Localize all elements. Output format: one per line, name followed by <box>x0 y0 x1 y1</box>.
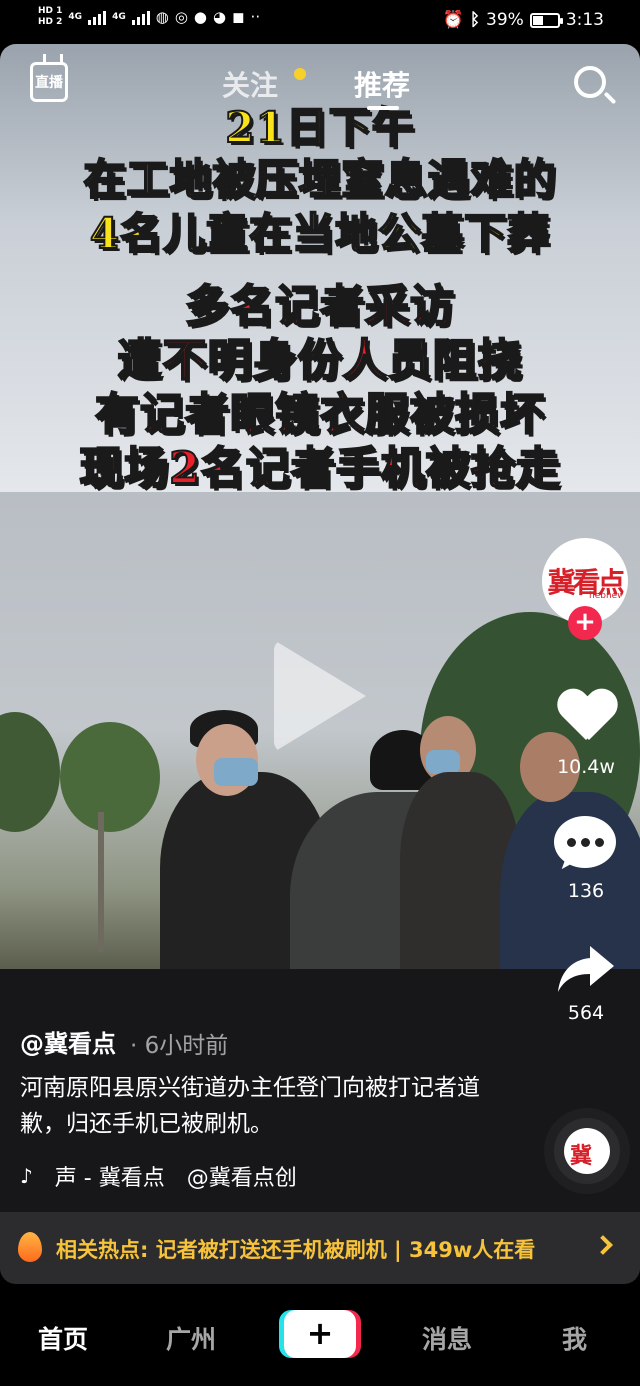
tree <box>0 712 60 832</box>
live-button[interactable]: 直播 <box>30 62 68 102</box>
music-disc[interactable]: 冀 <box>544 1108 630 1194</box>
fire-icon <box>18 1232 42 1262</box>
hot-topic-bar[interactable]: 相关热点: 记者被打送还手机被刷机 | 349w人在看 <box>0 1212 640 1284</box>
share-count: 564 <box>567 1002 605 1024</box>
status-left: HD 1 HD 2 4G 4G ◍ ◎ ● ◕ ◼ ·· <box>38 6 260 28</box>
bluetooth-icon: ᛒ <box>469 10 481 30</box>
wechat-icon: ◕ <box>213 8 227 26</box>
nav-me[interactable]: 我 <box>562 1320 587 1356</box>
battery-percent: 39% <box>486 10 524 30</box>
sim-1-label: HD 1 <box>38 6 63 16</box>
battery-icon <box>529 12 563 28</box>
music-row[interactable]: ♪ 声 - 冀看点 @冀看点创 <box>20 1160 340 1192</box>
alarm-icon: ⏰ <box>442 10 464 30</box>
video-banner: 21日下午 在工地被压埋窒息遇难的 4名儿童在当地公墓下葬 多名记者采访 遭不明… <box>0 44 640 495</box>
app-icon: ◍ <box>155 8 169 26</box>
play-icon[interactable] <box>274 640 366 752</box>
compass-icon: ◎ <box>174 8 188 26</box>
notification-icons: ◍ ◎ ● ◕ ◼ ·· <box>156 8 260 26</box>
tree <box>60 722 160 832</box>
network-type-label: 4G <box>68 12 83 22</box>
search-icon[interactable] <box>574 66 606 98</box>
comment-count: 136 <box>567 880 605 902</box>
nav-home[interactable]: 首页 <box>38 1320 88 1356</box>
tree-trunk <box>98 812 104 952</box>
comment-icon[interactable] <box>554 816 616 868</box>
nav-messages[interactable]: 消息 <box>422 1320 472 1356</box>
bottom-nav: 首页 广州 + 消息 我 <box>0 1286 640 1386</box>
banner-line: 4名儿童在当地公墓下葬 <box>89 208 551 259</box>
chevron-right-icon <box>593 1235 613 1255</box>
nav-city[interactable]: 广州 <box>166 1320 216 1356</box>
tab-follow[interactable]: 关注 <box>222 64 278 104</box>
face-mask <box>214 758 258 786</box>
browser-icon: ◼ <box>232 8 245 26</box>
hot-topic-text: 相关热点: 记者被打送还手机被刷机 | 349w人在看 <box>56 1238 536 1262</box>
post-time: · 6小时前 <box>130 1033 229 1059</box>
music-note-icon: ♪ <box>20 1164 33 1188</box>
chat-icon: ● <box>193 8 207 26</box>
status-bar: HD 1 HD 2 4G 4G ◍ ◎ ● ◕ ◼ ·· ⏰ ᛒ 39% 3:1… <box>0 0 640 44</box>
banner-line: 在工地被压埋窒息遇难的 <box>82 154 557 205</box>
video-player[interactable]: 21日下午 在工地被压埋窒息遇难的 4名儿童在当地公墓下葬 多名记者采访 遭不明… <box>0 44 640 1284</box>
more-icon: ·· <box>250 8 261 26</box>
face-mask <box>426 750 460 774</box>
music-author: @冀看点创 <box>186 1166 297 1191</box>
like-icon[interactable] <box>557 690 615 742</box>
sim-2-label: HD 2 <box>38 17 63 27</box>
like-count: 10.4w <box>557 756 615 778</box>
disc-logo: 冀 <box>570 1143 593 1169</box>
active-tab-indicator <box>367 106 399 110</box>
sim-indicators: HD 1 HD 2 <box>38 6 62 28</box>
signal-icon <box>88 9 107 25</box>
music-title: 声 - 冀看点 <box>54 1166 165 1191</box>
avatar-logo-sub: hebnews <box>589 591 628 601</box>
network-type-label-2: 4G <box>112 12 126 22</box>
share-icon[interactable] <box>556 944 616 994</box>
tab-recommend[interactable]: 推荐 <box>354 64 410 104</box>
live-label: 直播 <box>35 75 63 91</box>
status-right: ⏰ ᛒ 39% 3:13 <box>443 10 604 30</box>
new-content-dot <box>294 68 306 80</box>
clock: 3:13 <box>565 10 604 30</box>
create-button[interactable]: + <box>284 1310 356 1358</box>
banner-line: 现场2名记者手机被抢走 <box>78 442 561 495</box>
follow-button[interactable]: + <box>568 606 602 640</box>
post-description: 河南原阳县原兴街道办主任登门向被打记者道歉，归还手机已被刷机。 <box>20 1075 480 1137</box>
signal-icon-2 <box>131 9 150 25</box>
author-name[interactable]: @冀看点 <box>20 1024 116 1059</box>
